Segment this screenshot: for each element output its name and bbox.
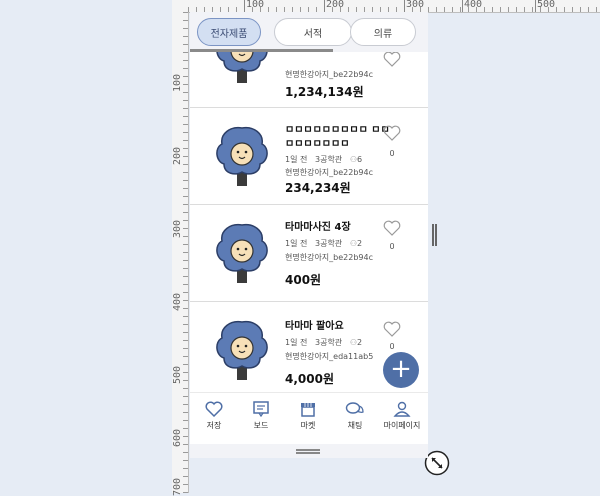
people-icon: ⚇: [349, 239, 357, 248]
ruler-label: 400: [464, 0, 483, 10]
interest-count: 6: [356, 155, 363, 164]
nav-label: 채팅: [347, 421, 363, 430]
interest-count: 2: [356, 239, 363, 248]
tab-label: 전자제품: [210, 28, 248, 40]
ruler-label: 300: [406, 0, 425, 10]
ruler-tick: [324, 0, 325, 12]
nav-label: 마켓: [300, 421, 316, 430]
product-title: 타마마사진 4장: [285, 222, 351, 233]
phone-screen: 전자제품 서적 의류 현명한강아지_be22b94c 1,234,134원 ㅁㅁ…: [190, 12, 428, 458]
handle-line: [296, 449, 320, 451]
post-time: 1일 전: [285, 155, 308, 164]
heart-count: 0: [389, 342, 395, 351]
ruler-label: 500: [537, 0, 556, 10]
tab-electronics[interactable]: 전자제품: [197, 18, 261, 46]
price: 400원: [285, 273, 322, 287]
heart-icon[interactable]: [383, 51, 401, 67]
interest-count: 2: [356, 338, 363, 347]
bottom-navigation: 저장 보드 마켓 채팅 마이페이지: [190, 392, 428, 445]
price: 1,234,134원: [285, 85, 364, 99]
tab-label: 서적: [303, 28, 323, 40]
ruler-label: 200: [172, 146, 183, 165]
ruler-label: 200: [326, 0, 345, 10]
heart-icon: [205, 401, 223, 417]
ruler-tick: [462, 0, 463, 12]
ruler-label: 100: [172, 73, 183, 92]
chat-icon: [345, 402, 364, 414]
gesture-handle[interactable]: [190, 444, 428, 458]
product-list-item[interactable]: ㅁㅁㅁㅁㅁㅁㅁㅁㅁ ㅁㅁㅁㅁㅁㅁㅁㅁㅁ 1일 전 3공학관 ⚇6 현명한강아지_…: [190, 108, 428, 205]
ruler-corner: [172, 0, 188, 12]
heart-count: 0: [389, 242, 395, 251]
tab-books[interactable]: 서적: [274, 18, 352, 46]
seller-name: 현명한강아지_eda11ab5: [285, 352, 374, 361]
tree-avatar-icon: [216, 126, 268, 186]
ruler-label: 300: [172, 219, 183, 238]
people-icon: ⚇: [349, 338, 357, 347]
ruler-label: 400: [172, 292, 183, 311]
location: 3공학관: [315, 239, 343, 248]
seller-name: 현명한강아지_be22b94c: [285, 253, 373, 262]
side-resize-handle[interactable]: [432, 224, 438, 246]
tab-indicator: [190, 49, 333, 52]
seller-name: 현명한강아지_be22b94c: [285, 70, 373, 79]
product-list-item[interactable]: 타마마사진 4장 1일 전 3공학관 ⚇2 현명한강아지_be22b94c 40…: [190, 205, 428, 302]
board-icon: [253, 401, 269, 417]
person-icon: [393, 401, 411, 417]
product-title: 타마마 팔아요: [285, 321, 344, 332]
nav-item-chat[interactable]: 채팅: [331, 401, 379, 431]
post-time: 1일 전: [285, 239, 308, 248]
tree-avatar-icon: [216, 223, 268, 283]
nav-item-saved[interactable]: 저장: [190, 401, 238, 431]
ruler-tick: [244, 0, 245, 12]
price: 4,000원: [285, 372, 334, 386]
ruler-tick: [404, 0, 405, 12]
product-meta: 1일 전 3공학관 ⚇2: [285, 337, 362, 348]
ruler-label: 500: [172, 365, 183, 384]
handle-line: [296, 452, 320, 454]
seller-name: 현명한강아지_be22b94c: [285, 168, 373, 177]
tree-avatar-icon: [216, 320, 268, 380]
ruler-tick: [535, 0, 536, 12]
nav-label: 마이페이지: [383, 421, 421, 430]
nav-label: 보드: [253, 421, 269, 430]
product-meta: 1일 전 3공학관 ⚇6: [285, 154, 362, 165]
category-tabs: 전자제품 서적 의류: [190, 12, 428, 52]
nav-label: 저장: [206, 421, 222, 430]
nav-item-board[interactable]: 보드: [237, 401, 285, 431]
handle-line: [435, 224, 437, 246]
heart-count: 0: [389, 149, 395, 158]
vertical-ruler: 100 200 300 400 500 600 700: [172, 12, 189, 496]
handle-line: [432, 224, 434, 246]
tab-clothing[interactable]: 의류: [350, 18, 416, 46]
people-icon: ⚇: [349, 155, 357, 164]
ruler-label: 700: [172, 477, 183, 496]
heart-icon[interactable]: [383, 220, 401, 236]
heart-icon[interactable]: [383, 321, 401, 337]
ruler-label: 100: [246, 0, 265, 10]
heart-icon[interactable]: [383, 125, 401, 141]
location: 3공학관: [315, 155, 343, 164]
nav-item-mypage[interactable]: 마이페이지: [378, 401, 426, 431]
plus-icon: +: [390, 354, 412, 384]
tab-label: 의류: [373, 28, 393, 40]
add-product-button[interactable]: +: [383, 352, 419, 388]
location: 3공학관: [315, 338, 343, 347]
store-icon: [301, 403, 315, 417]
product-meta: 1일 전 3공학관 ⚇2: [285, 238, 362, 249]
post-time: 1일 전: [285, 338, 308, 347]
product-title: ㅁㅁㅁㅁㅁㅁㅁㅁㅁ ㅁㅁㅁㅁㅁㅁㅁㅁㅁ: [285, 125, 390, 150]
price: 234,234원: [285, 181, 351, 195]
ruler-label: 600: [172, 428, 183, 447]
nav-item-market[interactable]: 마켓: [284, 401, 332, 431]
